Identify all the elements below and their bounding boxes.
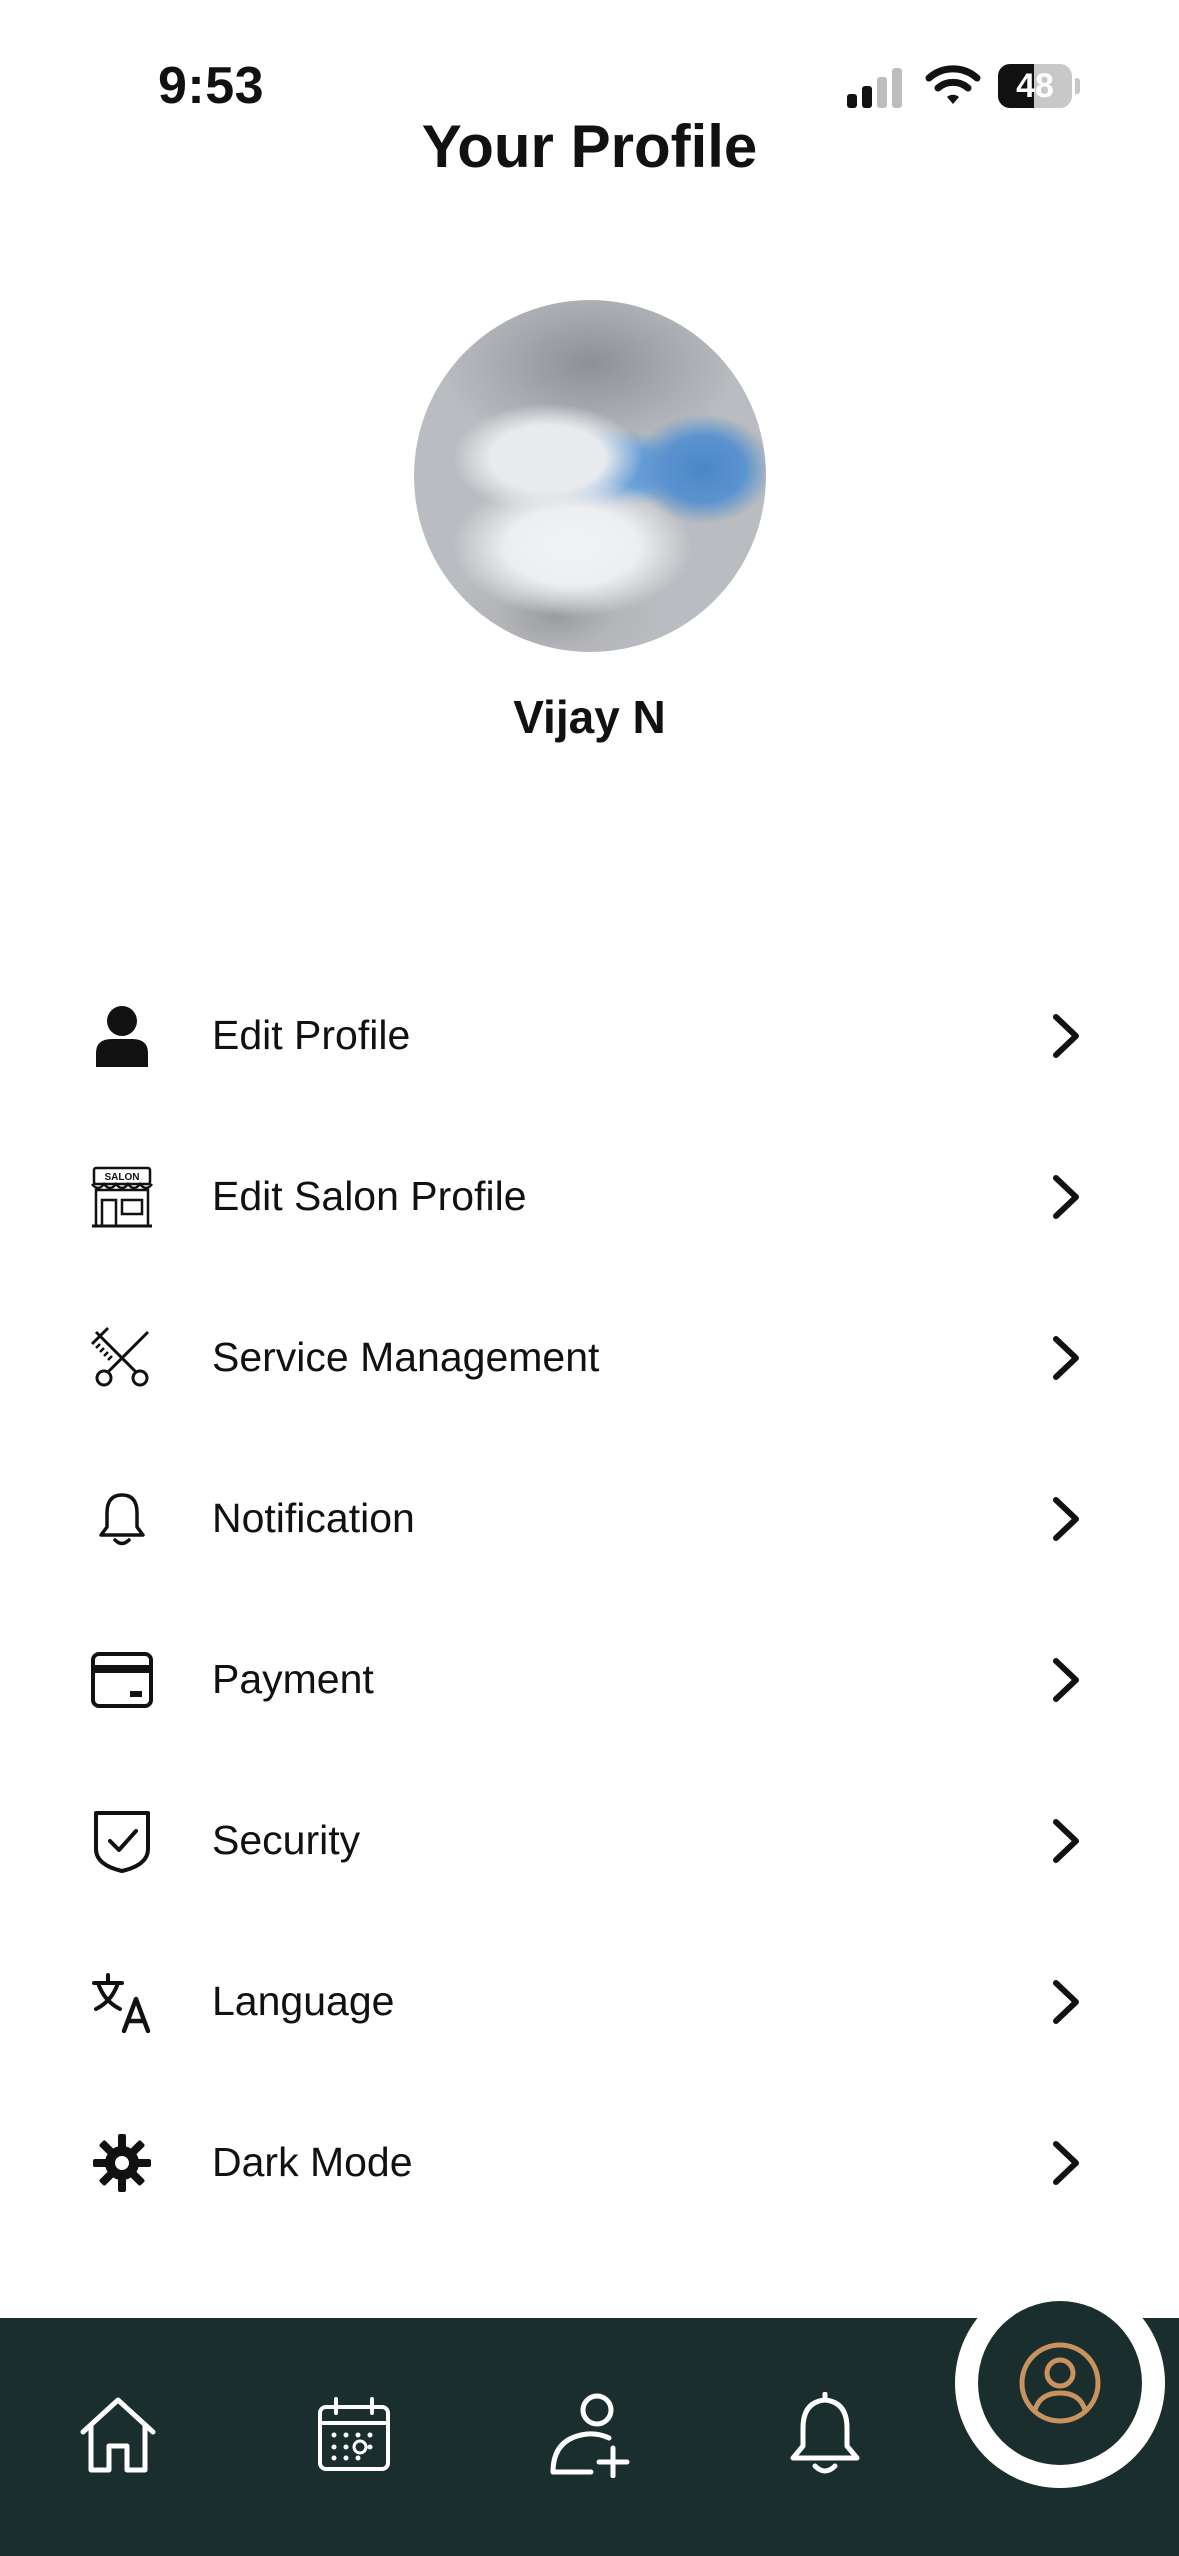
- menu-item-notification[interactable]: Notification: [0, 1438, 1179, 1599]
- nav-home[interactable]: [73, 2390, 163, 2480]
- cellular-signal-icon: [847, 68, 902, 108]
- user-name: Vijay N: [513, 691, 666, 743]
- menu-item-label: Payment: [212, 1656, 374, 1702]
- menu-item-payment[interactable]: Payment: [0, 1599, 1179, 1760]
- nav-notifications[interactable]: [780, 2390, 870, 2480]
- chevron-right-icon: [1053, 1819, 1079, 1863]
- nav-profile[interactable]: [978, 2301, 1142, 2465]
- chevron-right-icon: [1053, 1336, 1079, 1380]
- menu-item-edit-salon-profile[interactable]: SALON Edit Salon Profile: [0, 1116, 1179, 1277]
- chevron-right-icon: [1053, 1175, 1079, 1219]
- profile-icon: [1019, 2342, 1101, 2424]
- chevron-right-icon: [1053, 1658, 1079, 1702]
- nav-calendar[interactable]: [309, 2390, 399, 2480]
- bell-icon: [86, 1486, 158, 1552]
- bell-icon: [790, 2392, 860, 2474]
- menu-item-label: Notification: [212, 1495, 415, 1541]
- battery-percentage: 48: [1016, 67, 1054, 105]
- scissors-comb-icon: [86, 1325, 158, 1391]
- battery-icon: 48: [998, 64, 1080, 108]
- calendar-icon: [318, 2397, 390, 2471]
- menu-item-label: Dark Mode: [212, 2139, 413, 2185]
- chevron-right-icon: [1053, 1014, 1079, 1058]
- avatar[interactable]: [414, 300, 766, 652]
- credit-card-icon: [86, 1647, 158, 1713]
- status-time: 9:53: [158, 57, 265, 115]
- menu-item-dark-mode[interactable]: Dark Mode: [0, 2082, 1179, 2243]
- settings-menu: Edit Profile SALON Edit Salon Profile Se…: [0, 955, 1179, 2243]
- salon-storefront-icon: SALON: [86, 1164, 158, 1230]
- menu-item-label: Edit Salon Profile: [212, 1173, 527, 1219]
- sun-gear-icon: [86, 2130, 158, 2196]
- translate-icon: [86, 1969, 158, 2035]
- add-user-icon: [550, 2393, 630, 2478]
- menu-item-edit-profile[interactable]: Edit Profile: [0, 955, 1179, 1116]
- chevron-right-icon: [1053, 1980, 1079, 2024]
- home-icon: [80, 2397, 156, 2473]
- menu-item-label: Security: [212, 1817, 361, 1863]
- menu-item-label: Edit Profile: [212, 1012, 411, 1058]
- page-title: Your Profile: [421, 113, 758, 180]
- shield-check-icon: [86, 1808, 158, 1874]
- salon-sign-text: SALON: [105, 1172, 140, 1183]
- menu-item-service-management[interactable]: Service Management: [0, 1277, 1179, 1438]
- menu-item-security[interactable]: Security: [0, 1760, 1179, 1921]
- chevron-right-icon: [1053, 1497, 1079, 1541]
- nav-add-user[interactable]: [546, 2390, 636, 2480]
- menu-item-label: Service Management: [212, 1334, 600, 1380]
- person-icon: [86, 1003, 158, 1069]
- chevron-right-icon: [1053, 2141, 1079, 2185]
- menu-item-label: Language: [212, 1978, 395, 2024]
- menu-item-language[interactable]: Language: [0, 1921, 1179, 2082]
- wifi-icon: [925, 65, 981, 104]
